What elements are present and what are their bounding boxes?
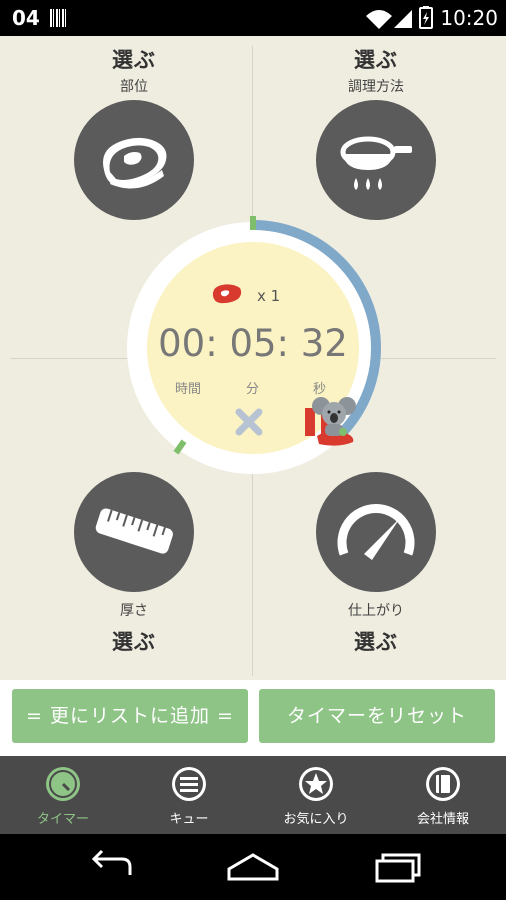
frying-pan-icon — [340, 136, 412, 190]
star-icon — [299, 767, 333, 801]
tab-favorites-label: お気に入り — [283, 812, 349, 827]
tab-timer-label: タイマー — [36, 812, 89, 827]
thickness-select-button[interactable] — [74, 472, 194, 592]
minutes-unit: 分 — [246, 382, 260, 397]
add-to-list-button[interactable]: = 更にリストに追加 = — [12, 689, 248, 743]
clock: 10:20 — [440, 6, 498, 30]
status-bar: 04 10:20 — [0, 0, 506, 36]
back-button[interactable] — [82, 847, 142, 887]
tab-bar: タイマー キュー お気に入り 会社情報 — [0, 756, 506, 834]
tab-company-info[interactable]: 会社情報 — [380, 756, 506, 834]
recents-button[interactable] — [365, 847, 425, 887]
doneness-choose-label: 選ぶ — [354, 630, 398, 654]
tab-queue-label: キュー — [169, 812, 209, 827]
timer-start-marker — [250, 216, 256, 230]
method-choose-label: 選ぶ — [354, 48, 398, 72]
tab-favorites[interactable]: お気に入り — [253, 756, 379, 834]
koala-mascot-icon — [312, 397, 356, 446]
thickness-choose-label: 選ぶ — [112, 630, 156, 654]
close-icon — [235, 408, 263, 436]
doneness-label: 仕上がり — [348, 603, 404, 619]
tab-company-info-label: 会社情報 — [416, 812, 469, 827]
timer-time: 00: 05: 32 — [158, 322, 348, 365]
signal-battery-icons — [366, 6, 433, 29]
cut-choose-label: 選ぶ — [112, 48, 156, 72]
back-icon — [91, 849, 132, 875]
cancel-button[interactable] — [233, 406, 265, 438]
timer-icon — [46, 767, 80, 801]
tab-queue[interactable]: キュー — [126, 756, 252, 834]
doneness-select-button[interactable] — [316, 472, 436, 592]
system-nav-bar — [0, 834, 506, 900]
recents-icon — [375, 859, 415, 883]
home-icon — [227, 853, 279, 881]
thickness-label: 厚さ — [120, 603, 148, 619]
ruler-icon — [95, 508, 173, 554]
reset-timer-button[interactable]: タイマーをリセット — [259, 689, 495, 743]
home-button[interactable] — [223, 847, 283, 887]
book-icon — [426, 767, 460, 801]
hours-unit: 時間 — [175, 382, 202, 397]
notification-count: 04 — [12, 6, 40, 30]
cut-label: 部位 — [120, 79, 148, 95]
cooking-timer: x 1 00: 05: 32 時間 分 秒 — [117, 212, 389, 484]
list-icon — [172, 767, 206, 801]
method-select-button[interactable] — [316, 100, 436, 220]
cut-select-button[interactable] — [74, 100, 194, 220]
meat-cut-icon — [103, 137, 167, 189]
barcode-notification-icon — [50, 9, 68, 27]
method-label: 調理方法 — [348, 79, 404, 95]
tab-timer[interactable]: タイマー — [0, 756, 126, 834]
action-bar: = 更にリストに追加 = タイマーをリセット — [0, 680, 506, 756]
meat-small-icon — [212, 284, 242, 304]
gauge-icon — [337, 504, 415, 560]
multiplier: x 1 — [257, 287, 281, 305]
